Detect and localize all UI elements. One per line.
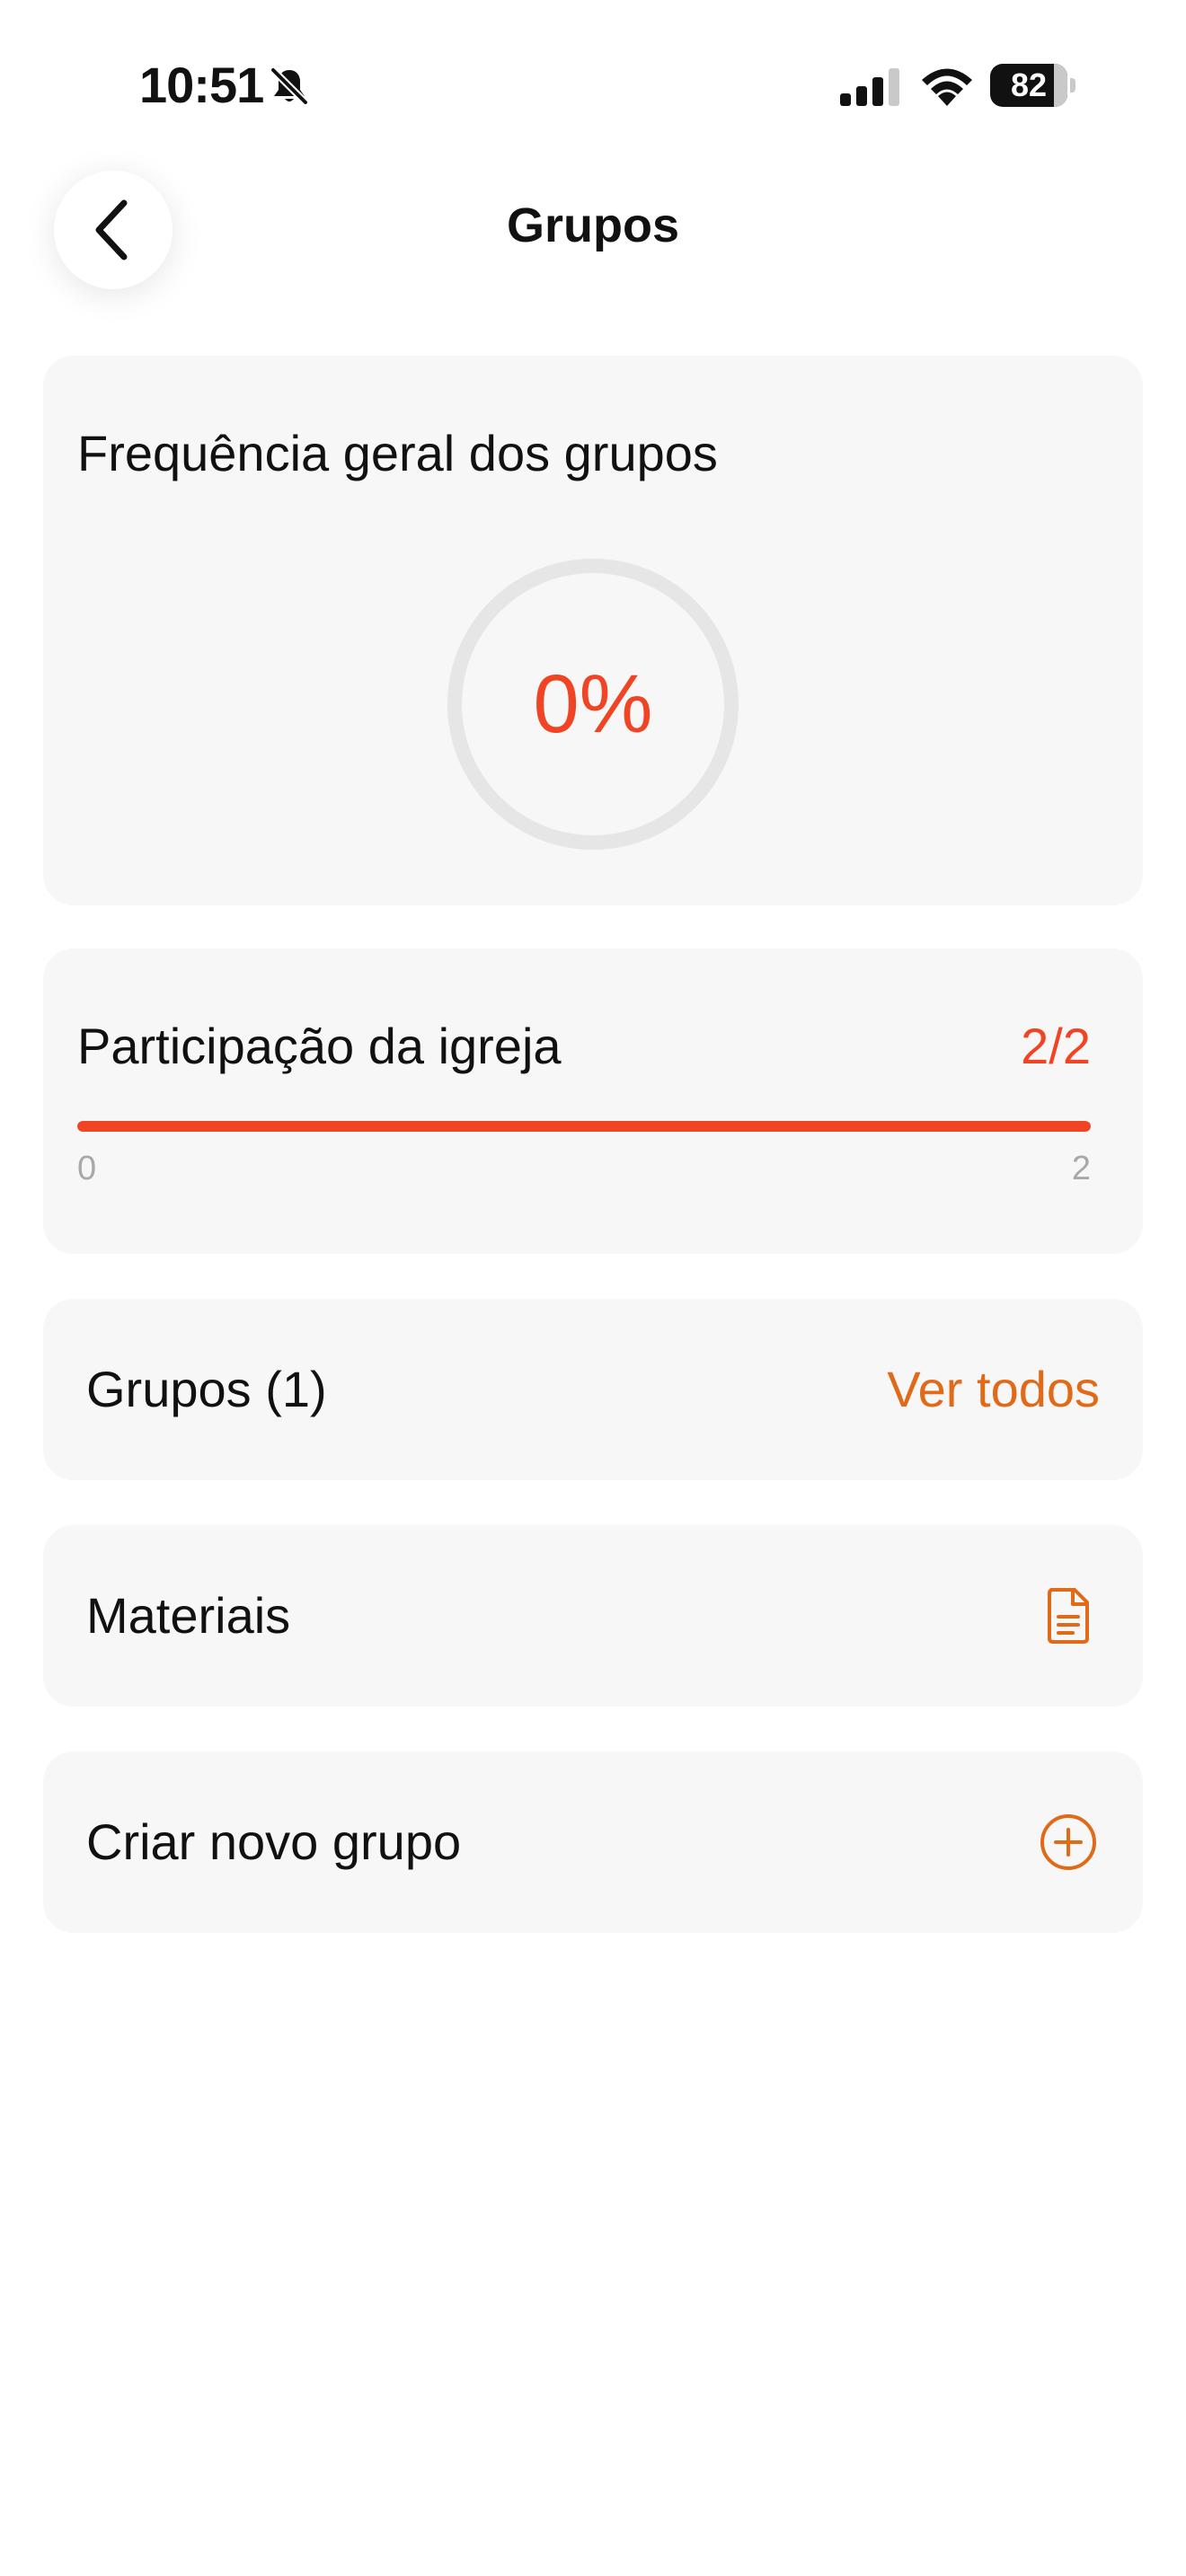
frequency-card: Frequência geral dos grupos 0% <box>43 356 1143 905</box>
frequency-value: 0% <box>533 658 653 750</box>
cellular-signal-icon <box>840 68 903 106</box>
see-all-link[interactable]: Ver todos <box>887 1299 1100 1480</box>
page-title: Grupos <box>506 198 679 252</box>
create-group-row[interactable]: Criar novo grupo <box>43 1751 1143 1933</box>
materials-label: Materiais <box>86 1587 291 1644</box>
participation-progress-track <box>77 1121 1091 1132</box>
battery-body: 82 <box>990 64 1067 107</box>
participation-card: Participação da igreja 2/2 0 2 <box>43 948 1143 1254</box>
header: Grupos <box>0 171 1186 289</box>
battery-icon: 82 <box>990 64 1076 107</box>
progress-min-label: 0 <box>77 1150 97 1187</box>
participation-progress-fill <box>77 1121 1091 1132</box>
battery-percent: 82 <box>1010 66 1048 103</box>
groups-row[interactable]: Grupos (1) Ver todos <box>43 1299 1143 1480</box>
participation-title: Participação da igreja <box>77 1018 562 1074</box>
bell-slash-icon <box>268 65 311 108</box>
create-group-label: Criar novo grupo <box>86 1813 462 1870</box>
progress-max-label: 2 <box>1071 1150 1091 1187</box>
battery-tip <box>1070 78 1075 93</box>
participation-value: 2/2 <box>1021 1018 1091 1074</box>
groups-label: Grupos (1) <box>86 1361 327 1417</box>
frequency-title: Frequência geral dos grupos <box>77 425 718 481</box>
status-time: 10:51 <box>139 57 264 113</box>
materials-row[interactable]: Materiais <box>43 1525 1143 1707</box>
status-bar: 10:51 82 <box>0 0 1186 171</box>
plus-circle-icon[interactable] <box>1039 1813 1098 1872</box>
document-icon[interactable] <box>1039 1586 1098 1645</box>
wifi-icon <box>918 63 976 108</box>
